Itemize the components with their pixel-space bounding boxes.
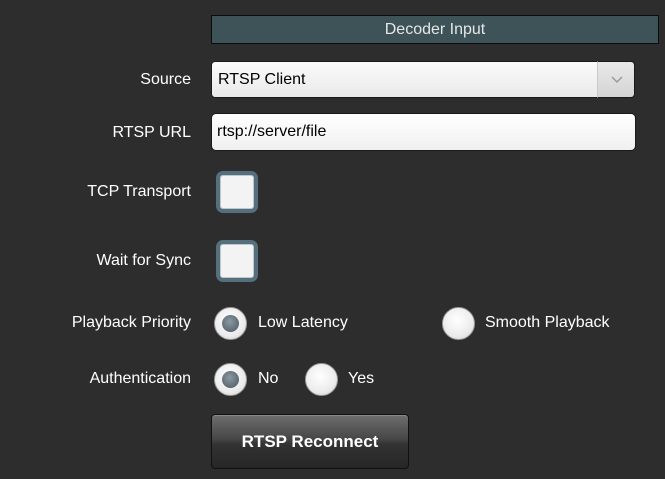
rtsp-url-input[interactable] [211,113,636,151]
tcp-transport-label: TCP Transport [87,183,191,200]
smooth-playback-label: Smooth Playback [485,314,610,331]
radio-selected-dot [222,371,239,388]
low-latency-radio[interactable] [214,307,247,340]
tcp-transport-checkbox[interactable] [216,171,258,213]
section-header-decoder-input: Decoder Input [211,15,659,44]
playback-priority-label: Playback Priority [71,314,191,331]
rtsp-url-label: RTSP URL [112,124,191,141]
chevron-down-icon [611,76,623,84]
decoder-input-panel: Decoder Input Source RTSP Client RTSP UR… [0,0,665,479]
source-label: Source [140,71,191,88]
source-select-value: RTSP Client [218,71,306,88]
source-select-toggle[interactable] [597,61,635,98]
authentication-label: Authentication [89,370,191,387]
rtsp-reconnect-button[interactable]: RTSP Reconnect [211,414,409,469]
auth-yes-label: Yes [348,370,375,387]
source-select[interactable]: RTSP Client [211,61,635,98]
wait-for-sync-checkbox[interactable] [216,240,258,282]
auth-no-radio[interactable] [214,363,247,396]
radio-selected-dot [222,315,239,332]
auth-yes-radio[interactable] [305,363,338,396]
wait-for-sync-label: Wait for Sync [96,252,191,269]
smooth-playback-radio[interactable] [442,307,475,340]
low-latency-label: Low Latency [258,314,348,331]
auth-no-label: No [258,370,279,387]
